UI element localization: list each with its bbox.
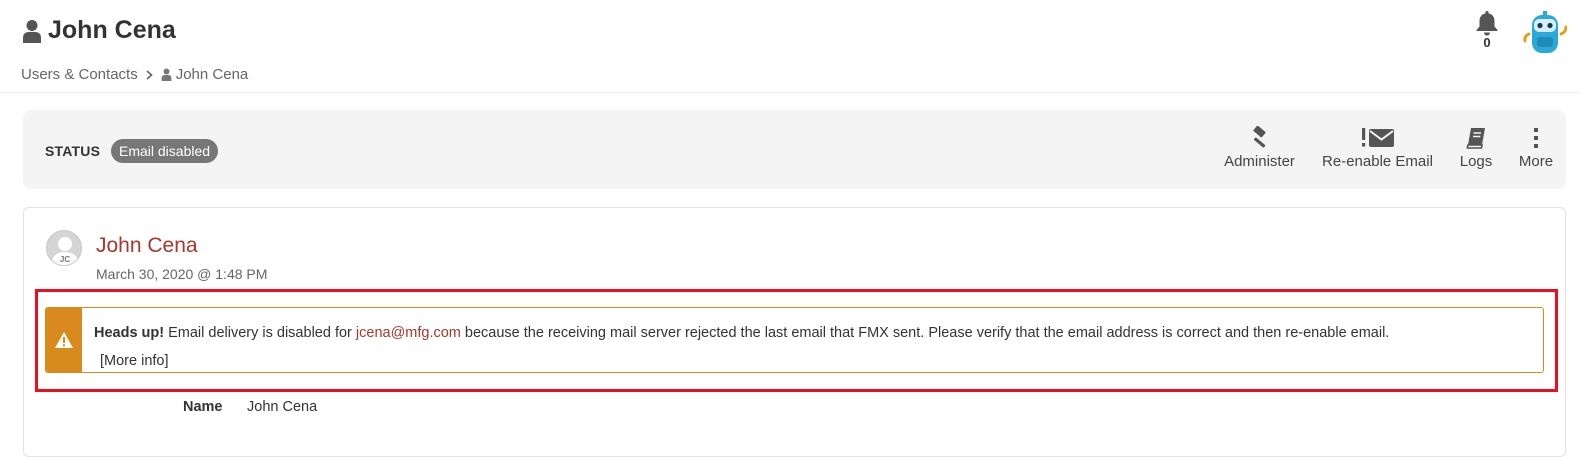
more-label: More	[1518, 153, 1554, 170]
email-alert-icon	[1361, 128, 1394, 147]
record-date: March 30, 2020 @ 1:48 PM	[96, 266, 268, 282]
alert-message: Heads up! Email delivery is disabled for…	[94, 319, 1531, 372]
status-label: STATUS	[45, 143, 101, 159]
re-enable-email-button[interactable]: Re-enable Email	[1309, 126, 1446, 170]
action-toolbar: Administer Re-enable Email Logs More	[1210, 126, 1566, 170]
administer-button[interactable]: Administer	[1210, 126, 1309, 170]
default-avatar-icon: JC	[51, 237, 79, 265]
page-title: John Cena	[22, 16, 176, 45]
re-enable-email-label: Re-enable Email	[1322, 153, 1433, 170]
user-icon	[23, 19, 41, 43]
alert-lead: Heads up!	[94, 325, 165, 341]
name-field-value: John Cena	[247, 399, 318, 415]
vertical-dots-icon	[1534, 128, 1538, 148]
warning-icon	[55, 332, 73, 348]
user-icon	[161, 68, 172, 81]
book-icon	[1466, 128, 1485, 149]
administer-label: Administer	[1224, 153, 1295, 170]
alert-email-link[interactable]: jcena@mfg.com	[356, 325, 461, 341]
gavel-icon	[1252, 126, 1266, 148]
logs-button[interactable]: Logs	[1446, 126, 1506, 170]
bell-icon	[1476, 11, 1498, 36]
user-avatar-robot[interactable]	[1523, 10, 1568, 56]
page-header: John Cena Users & Contacts John Cena 0	[0, 0, 1579, 93]
breadcrumb: Users & Contacts John Cena	[21, 66, 248, 83]
avatar: JC	[46, 230, 82, 266]
logs-label: Logs	[1459, 153, 1493, 170]
more-info-link[interactable]: [More info]	[100, 353, 169, 369]
avatar-initials: JC	[60, 255, 70, 264]
more-button[interactable]: More	[1506, 126, 1566, 170]
email-disabled-alert: Heads up! Email delivery is disabled for…	[45, 307, 1544, 373]
status-bar: STATUS Email disabled Administer Re-enab…	[23, 110, 1566, 189]
alert-side-bar	[46, 308, 82, 372]
breadcrumb-users-contacts[interactable]: Users & Contacts	[21, 66, 138, 83]
name-field-label: Name	[183, 399, 223, 415]
chevron-right-icon	[146, 69, 153, 80]
record-user-name-link[interactable]: John Cena	[96, 234, 198, 258]
alert-text-after: because the receiving mail server reject…	[460, 325, 1390, 341]
alert-text-before: Email delivery is disabled for	[164, 325, 356, 341]
notification-count: 0	[1483, 35, 1491, 50]
notifications-button[interactable]: 0	[1473, 10, 1501, 54]
breadcrumb-current: John Cena	[175, 66, 249, 83]
status-badge: Email disabled	[111, 139, 219, 163]
robot-avatar-icon	[1523, 11, 1568, 53]
page-title-text: John Cena	[48, 16, 176, 44]
